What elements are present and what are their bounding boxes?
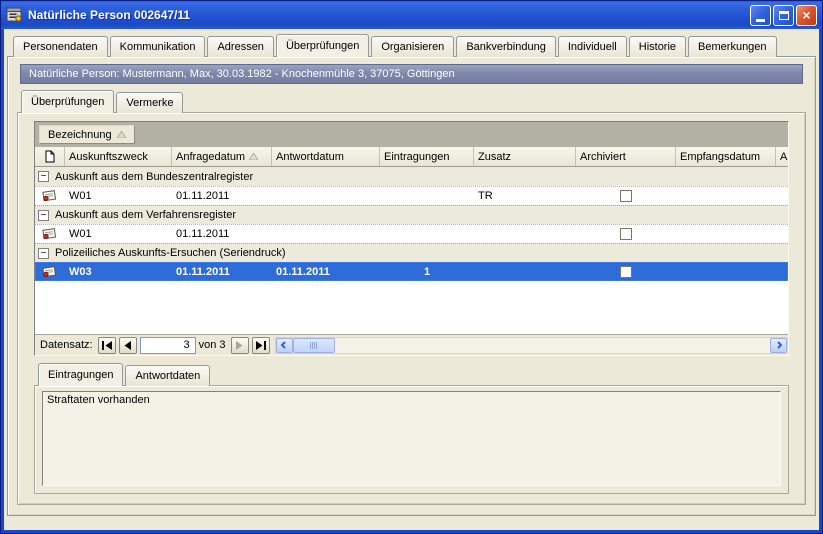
person-info-bar: Natürliche Person: Mustermann, Max, 30.0… [20, 64, 803, 84]
previous-record-button[interactable] [119, 337, 137, 354]
cell-anfragedatum: 01.11.2011 [172, 266, 272, 278]
detail-tab-antwortdaten[interactable]: Antwortdaten [125, 365, 210, 386]
record-navigator: Datensatz: von 3 [35, 334, 788, 355]
table-row-selected[interactable]: W03 01.11.2011 01.11.2011 1 [35, 262, 788, 281]
close-button[interactable]: × [796, 5, 817, 26]
group-row[interactable]: − Auskunft aus dem Bundeszentralregister [35, 167, 788, 186]
minimize-button[interactable] [750, 5, 771, 26]
application-window: Natürliche Person 002647/11 × Personenda… [0, 0, 823, 534]
group-row[interactable]: − Auskunft aus dem Verfahrensregister [35, 205, 788, 224]
subtab-vermerke[interactable]: Vermerke [116, 92, 183, 113]
last-record-button[interactable] [252, 337, 270, 354]
column-header-antwortdatum[interactable]: Antwortdatum [272, 147, 380, 166]
horizontal-scrollbar[interactable] [275, 337, 788, 354]
cell-zusatz: TR [474, 190, 576, 202]
group-by-panel[interactable]: Bezeichnung [35, 122, 788, 147]
tab-individuell[interactable]: Individuell [558, 36, 627, 57]
cell-auskunftszweck: W03 [65, 266, 172, 278]
collapse-icon[interactable]: − [38, 171, 49, 182]
group-row[interactable]: − Polizeiliches Auskunfts-Ersuchen (Seri… [35, 243, 788, 262]
eintragungen-text-field[interactable]: Straftaten vorhanden [42, 391, 781, 486]
sort-ascending-icon [249, 153, 258, 160]
sub-tab-page: Bezeichnung Auskunftszweck [17, 112, 806, 505]
cell-auskunftszweck: W01 [65, 228, 172, 240]
cell-anfragedatum: 01.11.2011 [172, 228, 272, 240]
tab-personendaten[interactable]: Personendaten [13, 36, 108, 57]
column-header-anfragedatum[interactable]: Anfragedatum [172, 147, 272, 166]
sort-ascending-icon [117, 131, 126, 138]
cell-auskunftszweck: W01 [65, 190, 172, 202]
detail-tab-eintragungen[interactable]: Eintragungen [38, 363, 123, 386]
cell-eintragungen: 1 [380, 266, 474, 278]
archiviert-checkbox[interactable] [620, 190, 632, 202]
next-record-button-disabled[interactable] [231, 337, 249, 354]
record-note-icon [41, 227, 57, 241]
tab-kommunikation[interactable]: Kommunikation [110, 36, 206, 57]
tab-bankverbindung[interactable]: Bankverbindung [456, 36, 556, 57]
scrollbar-thumb[interactable] [293, 338, 335, 353]
column-header-aus-truncated[interactable]: Aus [776, 147, 789, 166]
collapse-icon[interactable]: − [38, 210, 49, 221]
record-count-label: von 3 [199, 339, 226, 351]
column-header-row: Auskunftszweck Anfragedatum Antwortdatum… [35, 147, 788, 167]
grid-rows: − Auskunft aus dem Bundeszentralregister… [35, 167, 788, 334]
archiviert-checkbox[interactable] [620, 266, 632, 278]
navigator-label: Datensatz: [40, 339, 93, 351]
archiviert-checkbox[interactable] [620, 228, 632, 240]
subtab-ueberpruefungen[interactable]: Überprüfungen [21, 90, 114, 113]
maximize-button[interactable] [773, 5, 794, 26]
record-number-input[interactable] [140, 337, 196, 354]
first-record-button[interactable] [98, 337, 116, 354]
cell-antwortdatum: 01.11.2011 [272, 266, 380, 278]
collapse-icon[interactable]: − [38, 248, 49, 259]
scroll-left-icon[interactable] [276, 338, 293, 353]
record-note-icon [41, 189, 57, 203]
cell-anfragedatum: 01.11.2011 [172, 190, 272, 202]
tab-adressen[interactable]: Adressen [207, 36, 273, 57]
detail-tab-page: Straftaten vorhanden [34, 385, 789, 494]
table-row[interactable]: W01 01.11.2011 [35, 224, 788, 243]
sub-tab-strip: Überprüfungen Vermerke [17, 90, 806, 113]
row-indicator-column-header[interactable] [35, 147, 65, 166]
document-icon [45, 150, 55, 163]
column-header-archiviert[interactable]: Archiviert [576, 147, 676, 166]
title-bar[interactable]: Natürliche Person 002647/11 × [1, 1, 822, 29]
column-header-zusatz[interactable]: Zusatz [474, 147, 576, 166]
tab-organisieren[interactable]: Organisieren [371, 36, 454, 57]
window-form-icon [6, 7, 23, 23]
detail-tab-strip: Eintragungen Antwortdaten [34, 363, 789, 386]
group-by-bezeichnung-button[interactable]: Bezeichnung [39, 125, 135, 144]
checks-grid: Bezeichnung Auskunftszweck [34, 121, 789, 356]
window-title: Natürliche Person 002647/11 [28, 8, 750, 22]
tab-bemerkungen[interactable]: Bemerkungen [688, 36, 777, 57]
column-header-auskunftszweck[interactable]: Auskunftszweck [65, 147, 172, 166]
table-row[interactable]: W01 01.11.2011 TR [35, 186, 788, 205]
main-tab-strip: Personendaten Kommunikation Adressen Übe… [7, 34, 816, 57]
column-header-eintragungen[interactable]: Eintragungen [380, 147, 474, 166]
scrollbar-track[interactable] [335, 338, 770, 353]
tab-ueberpruefungen[interactable]: Überprüfungen [276, 34, 369, 57]
tab-page-ueberpruefungen: Natürliche Person: Mustermann, Max, 30.0… [7, 56, 816, 516]
record-note-icon [41, 265, 57, 279]
tab-historie[interactable]: Historie [629, 36, 686, 57]
scroll-right-icon[interactable] [770, 338, 787, 353]
column-header-empfangsdatum[interactable]: Empfangsdatum [676, 147, 776, 166]
